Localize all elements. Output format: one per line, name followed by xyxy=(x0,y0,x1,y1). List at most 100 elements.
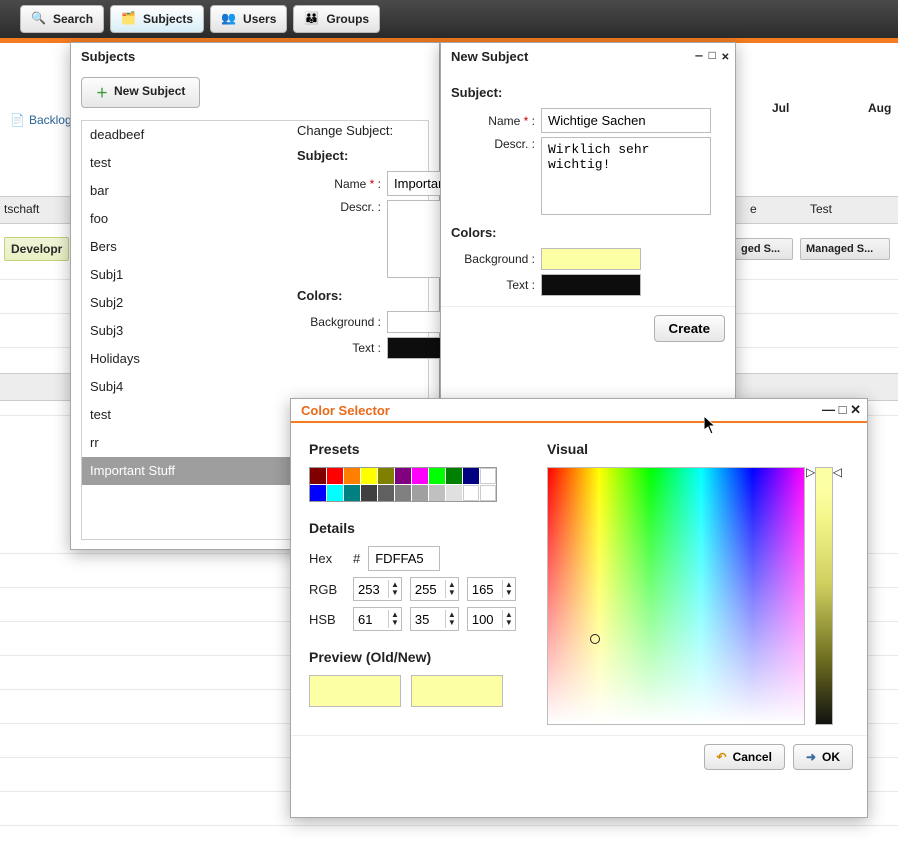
rgb-b-stepper[interactable]: ▲▼ xyxy=(467,577,516,601)
visual-heading: Visual xyxy=(547,441,849,457)
main-toolbar: 🔍 Search 🗂️ Subjects 👥 Users 👪 Groups xyxy=(0,0,898,38)
preset-swatch[interactable] xyxy=(310,485,326,501)
dev-label[interactable]: Developr xyxy=(4,237,69,261)
breadcrumb[interactable]: 📄 Backlog xyxy=(0,113,72,127)
rgb-g-stepper[interactable]: ▲▼ xyxy=(410,577,459,601)
maximize-icon[interactable]: □ xyxy=(709,49,716,64)
preset-swatch[interactable] xyxy=(361,468,377,484)
new-subject-label: New Subject xyxy=(114,84,185,101)
hex-input[interactable] xyxy=(368,546,440,571)
rgb-r-input[interactable] xyxy=(354,580,388,599)
hue-handle-right[interactable]: ◁ xyxy=(833,465,842,479)
ns-section-subject: Subject: xyxy=(451,85,725,100)
preset-swatch[interactable] xyxy=(463,485,479,501)
color-selector-titlebar[interactable]: Color Selector — □ ✕ xyxy=(291,399,867,423)
col-tschaft: tschaft xyxy=(4,202,39,216)
col-test: Test xyxy=(810,202,832,216)
cs-close-icon[interactable]: ✕ xyxy=(850,402,861,417)
preset-swatch[interactable] xyxy=(378,485,394,501)
rgb-b-input[interactable] xyxy=(468,580,502,599)
hsb-h-stepper[interactable]: ▲▼ xyxy=(353,607,402,631)
ok-button[interactable]: ➜ OK xyxy=(793,744,853,770)
sv-cursor[interactable] xyxy=(590,634,600,644)
preset-swatch[interactable] xyxy=(361,485,377,501)
subjects-tab[interactable]: 🗂️ Subjects xyxy=(110,5,204,33)
presets-heading: Presets xyxy=(309,441,521,457)
hsb-s-stepper[interactable]: ▲▼ xyxy=(410,607,459,631)
subjects-window-title-text: Subjects xyxy=(81,49,135,64)
rgb-g-input[interactable] xyxy=(411,580,445,599)
hue-slider[interactable]: ▷ ◁ xyxy=(815,467,833,725)
users-label: Users xyxy=(243,12,276,26)
search-tab[interactable]: 🔍 Search xyxy=(20,5,104,33)
new-subject-titlebar[interactable]: New Subject — □ ✕ xyxy=(441,43,735,69)
ok-label: OK xyxy=(822,750,840,764)
preset-swatch[interactable] xyxy=(446,468,462,484)
ns-text-swatch[interactable] xyxy=(541,274,641,296)
backlog-icon: 📄 xyxy=(10,113,25,127)
preset-swatch[interactable] xyxy=(429,485,445,501)
subjects-window-title[interactable]: Subjects xyxy=(71,43,439,69)
month-aug: Aug xyxy=(868,101,891,115)
groups-icon: 👪 xyxy=(304,11,320,27)
users-tab[interactable]: 👥 Users xyxy=(210,5,287,33)
chip-managed-1[interactable]: ged S... xyxy=(735,238,793,260)
ns-descr-input[interactable]: Wirklich sehr wichtig! xyxy=(541,137,711,215)
preset-swatch[interactable] xyxy=(446,485,462,501)
new-subject-button[interactable]: ＋ New Subject xyxy=(81,77,200,108)
undo-icon: ↶ xyxy=(717,750,727,764)
hsb-label: HSB xyxy=(309,612,345,627)
chip-managed-2[interactable]: Managed S... xyxy=(800,238,890,260)
subjects-icon: 🗂️ xyxy=(121,11,137,27)
search-label: Search xyxy=(53,12,93,26)
breadcrumb-label: Backlog xyxy=(29,113,72,127)
rgb-r-stepper[interactable]: ▲▼ xyxy=(353,577,402,601)
hsb-s-input[interactable] xyxy=(411,610,445,629)
preset-swatch[interactable] xyxy=(480,468,496,484)
hue-handle-left[interactable]: ▷ xyxy=(806,465,815,479)
preset-swatch[interactable] xyxy=(463,468,479,484)
subject-list-item[interactable]: Subj4 xyxy=(82,373,428,401)
preview-heading: Preview (Old/New) xyxy=(309,649,521,665)
preset-swatch[interactable] xyxy=(480,485,496,501)
ns-section-colors: Colors: xyxy=(451,225,725,240)
preset-swatch[interactable] xyxy=(310,468,326,484)
details-heading: Details xyxy=(309,520,521,536)
change-descr-label: Descr. : xyxy=(297,200,381,214)
preset-swatch[interactable] xyxy=(412,485,428,501)
change-name-label: Name * : xyxy=(297,177,381,191)
ns-name-input[interactable] xyxy=(541,108,711,133)
preset-swatch[interactable] xyxy=(395,485,411,501)
groups-tab[interactable]: 👪 Groups xyxy=(293,5,380,33)
create-button[interactable]: Create xyxy=(654,315,726,342)
color-selector-title: Color Selector xyxy=(301,403,390,418)
minimize-icon[interactable]: — xyxy=(695,49,702,64)
hsb-b-stepper[interactable]: ▲▼ xyxy=(467,607,516,631)
close-icon[interactable]: ✕ xyxy=(722,49,729,64)
plus-icon: ＋ xyxy=(96,84,108,101)
cs-minimize-icon[interactable]: — xyxy=(822,402,835,417)
cancel-button[interactable]: ↶ Cancel xyxy=(704,744,785,770)
preset-swatch[interactable] xyxy=(344,485,360,501)
ns-name-label: Name * : xyxy=(451,114,535,128)
preset-swatch[interactable] xyxy=(412,468,428,484)
preset-swatch[interactable] xyxy=(429,468,445,484)
month-jul: Jul xyxy=(772,101,789,115)
preset-swatch[interactable] xyxy=(378,468,394,484)
users-icon: 👥 xyxy=(221,11,237,27)
preset-swatch[interactable] xyxy=(327,485,343,501)
preset-swatch[interactable] xyxy=(395,468,411,484)
col-e: e xyxy=(750,202,757,216)
new-subject-title: New Subject xyxy=(451,49,528,64)
hsb-h-input[interactable] xyxy=(354,610,388,629)
color-selector-window: Color Selector — □ ✕ Presets Details Hex… xyxy=(290,398,868,818)
grid-row xyxy=(0,825,898,859)
preset-swatch[interactable] xyxy=(327,468,343,484)
hash-label: # xyxy=(353,551,360,566)
preset-swatch[interactable] xyxy=(344,468,360,484)
cs-maximize-icon[interactable]: □ xyxy=(839,402,847,417)
search-icon: 🔍 xyxy=(31,11,47,27)
sv-picker[interactable] xyxy=(547,467,805,725)
hsb-b-input[interactable] xyxy=(468,610,502,629)
ns-bg-swatch[interactable] xyxy=(541,248,641,270)
